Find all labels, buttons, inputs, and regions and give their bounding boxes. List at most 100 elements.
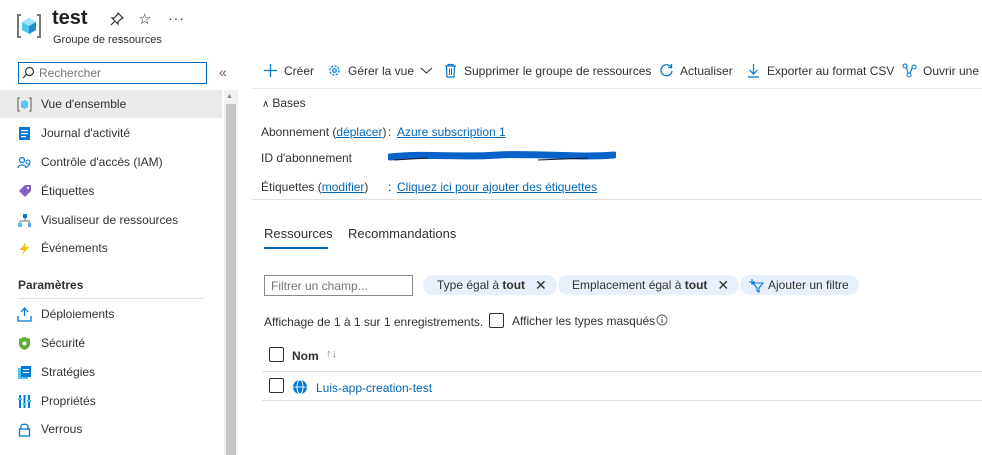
move-link[interactable]: déplacer	[336, 125, 382, 139]
show-hidden-types-checkbox[interactable]	[489, 313, 504, 328]
redacted-subscription-id	[388, 151, 616, 161]
essentials-toggle[interactable]: ∧ Bases	[262, 96, 306, 110]
close-icon[interactable]: ✕	[717, 277, 729, 294]
subscription-value-link[interactable]: Azure subscription 1	[397, 125, 506, 139]
nav-item-iam[interactable]: Contrôle d'accès (IAM)	[0, 148, 222, 176]
nav-scrollbar-thumb[interactable]	[226, 104, 236, 455]
trash-icon	[445, 63, 456, 78]
nav-item-label: Vue d'ensemble	[41, 97, 127, 111]
refresh-label: Actualiser	[680, 63, 733, 78]
resource-group-icon	[17, 14, 41, 38]
plus-icon	[264, 64, 277, 77]
chevron-down-icon	[420, 67, 433, 74]
deployments-icon	[17, 306, 32, 322]
app-service-icon	[293, 379, 307, 395]
properties-icon	[18, 394, 31, 408]
nav-item-label: Visualiseur de ressources	[41, 213, 179, 227]
location-filter-value: tout	[684, 278, 708, 292]
export-label: Exporter au format CSV	[767, 63, 895, 78]
add-filter-label: Ajouter un filtre	[768, 278, 849, 292]
record-count: Affichage de 1 à 1 sur 1 enregistrements…	[264, 315, 484, 329]
nav-item-tags[interactable]: Étiquettes	[0, 177, 222, 205]
events-icon	[20, 241, 29, 255]
favorite-star-icon[interactable]: ☆	[138, 10, 151, 28]
open-query-button[interactable]: Ouvrir une	[902, 63, 979, 78]
tags-label-text: Étiquettes	[261, 180, 315, 194]
nav-item-locks[interactable]: Verrous	[0, 415, 222, 443]
export-csv-button[interactable]: Exporter au format CSV	[746, 63, 894, 78]
nav-divider	[18, 298, 203, 299]
lock-icon	[18, 423, 31, 437]
tags-label: Étiquettes (modifier)	[261, 180, 369, 194]
grid-divider	[262, 400, 982, 401]
nav-search-input[interactable]	[18, 62, 207, 84]
page-title: test	[52, 7, 88, 29]
nav-item-label: Contrôle d'accès (IAM)	[41, 155, 163, 169]
colon-separator: :	[388, 125, 392, 139]
type-filter-pill[interactable]: Type égal à tout ✕	[423, 275, 557, 295]
modify-tags-link[interactable]: modifier	[322, 180, 365, 194]
filter-field-input[interactable]	[264, 275, 413, 296]
download-icon	[748, 64, 759, 78]
nav-item-resource-visualizer[interactable]: Visualiseur de ressources	[0, 206, 222, 234]
nav-item-label: Déploiements	[41, 307, 115, 321]
nav-item-label: Événements	[41, 241, 108, 255]
query-icon	[902, 63, 917, 78]
add-tags-link[interactable]: Cliquez ici pour ajouter des étiquettes	[397, 180, 597, 194]
nav-item-deployments[interactable]: Déploiements	[0, 300, 222, 328]
essentials-divider	[252, 199, 982, 200]
nav-item-label: Étiquettes	[41, 184, 95, 198]
activity-log-icon	[19, 126, 30, 140]
nav-item-label: Journal d'activité	[41, 126, 131, 140]
subscription-id-label: ID d'abonnement	[261, 151, 353, 165]
subscription-label-text: Abonnement	[261, 125, 330, 139]
manage-view-button[interactable]: Gérer la vue	[327, 63, 434, 78]
more-options-icon[interactable]: ···	[168, 10, 185, 26]
create-button[interactable]: Créer	[263, 63, 314, 78]
nav-item-properties[interactable]: Propriétés	[0, 387, 222, 415]
shield-icon	[19, 336, 30, 350]
resource-group-icon	[17, 96, 32, 112]
manage-view-label: Gérer la vue	[348, 63, 415, 78]
column-header-name[interactable]: Nom	[292, 349, 319, 363]
toolbar-divider	[252, 88, 982, 89]
pin-icon[interactable]	[109, 11, 125, 27]
scroll-up-arrow-icon[interactable]: ▲	[226, 93, 233, 100]
refresh-button[interactable]: Actualiser	[659, 63, 733, 78]
tab-recommendations[interactable]: Recommandations	[348, 226, 456, 241]
nav-item-label: Sécurité	[41, 336, 86, 350]
location-filter-pill[interactable]: Emplacement égal à tout ✕	[558, 275, 740, 295]
essentials-title: Bases	[272, 96, 306, 110]
nav-item-security[interactable]: Sécurité	[0, 329, 222, 357]
search-icon	[22, 66, 35, 79]
page-subtitle: Groupe de ressources	[53, 34, 162, 46]
subscription-label: Abonnement (déplacer)	[261, 125, 387, 139]
colon-separator: :	[388, 180, 392, 194]
open-label: Ouvrir une	[923, 63, 980, 78]
row-checkbox[interactable]	[269, 378, 284, 393]
create-button-label: Créer	[284, 63, 315, 78]
refresh-icon	[660, 64, 673, 77]
info-icon[interactable]	[656, 314, 668, 326]
type-filter-label: Type égal à	[437, 278, 500, 292]
sort-icon[interactable]: ↑↓	[326, 348, 337, 360]
tab-resources[interactable]: Ressources	[264, 226, 333, 241]
nav-item-activity-log[interactable]: Journal d'activité	[0, 119, 222, 147]
add-filter-button[interactable]: Ajouter un filtre	[740, 275, 859, 295]
close-icon[interactable]: ✕	[535, 277, 547, 294]
nav-item-label: Propriétés	[41, 394, 96, 408]
iam-icon	[17, 156, 31, 168]
nav-item-overview[interactable]: Vue d'ensemble	[0, 90, 222, 118]
policies-icon	[18, 365, 31, 379]
nav-item-label: Verrous	[41, 422, 83, 436]
collapse-nav-icon[interactable]: «	[219, 64, 227, 80]
nav-item-label: Stratégies	[41, 365, 96, 379]
nav-section-settings: Paramètres	[18, 278, 84, 292]
nav-item-events[interactable]: Événements	[0, 234, 222, 262]
delete-resource-group-button[interactable]: Supprimer le groupe de ressources	[443, 63, 651, 78]
resource-visualizer-icon	[18, 213, 31, 227]
row-resource-name-link[interactable]: Luis-app-creation-test	[316, 381, 432, 395]
nav-item-policies[interactable]: Stratégies	[0, 358, 222, 386]
select-all-checkbox[interactable]	[269, 347, 284, 362]
chevron-up-icon: ∧	[262, 99, 270, 110]
